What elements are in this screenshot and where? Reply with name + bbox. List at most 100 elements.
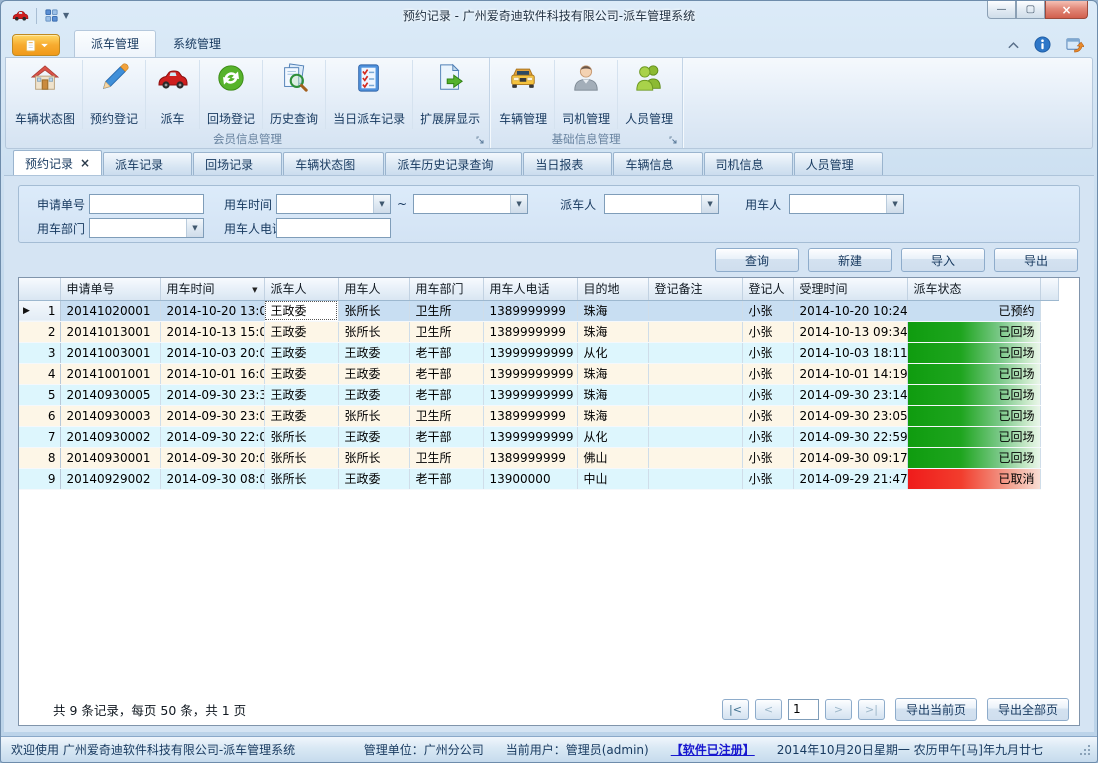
table-row[interactable]: ▶3 20141003001 2014-10-03 20:00 王政委 王政委 …: [19, 342, 1058, 363]
dept-combo[interactable]: ▼: [89, 218, 204, 238]
cell-request-no[interactable]: 20140930001: [60, 447, 160, 468]
cell-dept[interactable]: 老干部: [409, 342, 483, 363]
document-tab[interactable]: 当日报表 ×: [523, 152, 612, 175]
personnel-manage-button[interactable]: 人员管理: [618, 60, 680, 129]
grid-scroll-area[interactable]: 申请单号 用车时间▼ 派车人 用车人 用车部门 用车人电话 目的地 登记备注 登…: [19, 278, 1079, 693]
cell-user[interactable]: 王政委: [338, 342, 409, 363]
dialog-launcher-icon[interactable]: [669, 136, 678, 145]
cell-status[interactable]: 已回场: [907, 384, 1040, 405]
history-query-button[interactable]: 历史查询: [263, 60, 326, 129]
col-header-use-time[interactable]: 用车时间▼: [160, 278, 264, 300]
cell-status[interactable]: 已回场: [907, 447, 1040, 468]
cell-registrar[interactable]: 小张: [742, 405, 793, 426]
cell-destination[interactable]: 珠海: [577, 405, 648, 426]
cell-dept[interactable]: 老干部: [409, 468, 483, 489]
cell-request-no[interactable]: 20140930005: [60, 384, 160, 405]
ribbon-tab[interactable]: 系统管理: [156, 30, 238, 57]
cell-request-no[interactable]: 20141020001: [60, 300, 160, 321]
cell-use-time[interactable]: 2014-10-13 15:00: [160, 321, 264, 342]
import-button[interactable]: 导入: [901, 248, 985, 272]
cell-user[interactable]: 王政委: [338, 363, 409, 384]
cell-dept[interactable]: 卫生所: [409, 300, 483, 321]
cell-accept-time[interactable]: 2014-10-03 18:11: [793, 342, 907, 363]
cell-phone[interactable]: 13999999999: [483, 342, 577, 363]
table-row[interactable]: ▶4 20141001001 2014-10-01 16:00 王政委 王政委 …: [19, 363, 1058, 384]
cell-remark[interactable]: [648, 342, 742, 363]
cell-destination[interactable]: 佛山: [577, 447, 648, 468]
cell-dispatcher[interactable]: 张所长: [264, 426, 338, 447]
cell-destination[interactable]: 珠海: [577, 300, 648, 321]
chevron-down-icon[interactable]: ▼: [701, 195, 718, 213]
quick-access-toolbar-icon[interactable]: [44, 8, 59, 23]
col-header-dispatcher[interactable]: 派车人: [264, 278, 338, 300]
cell-registrar[interactable]: 小张: [742, 468, 793, 489]
col-header-remark[interactable]: 登记备注: [648, 278, 742, 300]
col-header-phone[interactable]: 用车人电话: [483, 278, 577, 300]
cell-user[interactable]: 王政委: [338, 426, 409, 447]
first-page-button[interactable]: |<: [722, 699, 749, 720]
collapse-ribbon-icon[interactable]: [1007, 41, 1020, 49]
cell-dept[interactable]: 老干部: [409, 363, 483, 384]
cell-request-no[interactable]: 20141003001: [60, 342, 160, 363]
cell-user[interactable]: 张所长: [338, 447, 409, 468]
quick-access-dropdown-icon[interactable]: ▼: [63, 11, 69, 20]
cell-user[interactable]: 王政委: [338, 468, 409, 489]
cell-use-time[interactable]: 2014-10-01 16:00: [160, 363, 264, 384]
cell-phone[interactable]: 13999999999: [483, 384, 577, 405]
cell-registrar[interactable]: 小张: [742, 384, 793, 405]
app-menu-button[interactable]: [12, 34, 60, 56]
cell-use-time[interactable]: 2014-10-20 13:00: [160, 300, 264, 321]
cell-remark[interactable]: [648, 384, 742, 405]
cell-phone[interactable]: 1389999999: [483, 447, 577, 468]
cell-dispatcher[interactable]: 王政委: [264, 405, 338, 426]
cell-dept[interactable]: 卫生所: [409, 405, 483, 426]
maximize-button[interactable]: ▢: [1016, 1, 1045, 19]
vehicle-manage-button[interactable]: 车辆管理: [492, 60, 555, 129]
today-dispatch-records-button[interactable]: 当日派车记录: [326, 60, 413, 129]
document-tab[interactable]: 派车历史记录查询 ×: [385, 152, 522, 175]
cell-registrar[interactable]: 小张: [742, 363, 793, 384]
cell-accept-time[interactable]: 2014-10-20 10:24: [793, 300, 907, 321]
chevron-down-icon[interactable]: ▼: [186, 219, 203, 237]
dispatcher-combo[interactable]: ▼: [604, 194, 719, 214]
cell-dispatcher[interactable]: 王政委: [264, 342, 338, 363]
cell-dispatcher[interactable]: 王政委: [264, 384, 338, 405]
cell-status[interactable]: 已回场: [907, 321, 1040, 342]
cell-remark[interactable]: [648, 321, 742, 342]
prev-page-button[interactable]: <: [755, 699, 782, 720]
chevron-down-icon[interactable]: ▼: [886, 195, 903, 213]
export-all-pages-button[interactable]: 导出全部页: [987, 698, 1069, 721]
extend-screen-button[interactable]: 扩展屏显示: [413, 60, 487, 129]
cell-accept-time[interactable]: 2014-09-29 21:47: [793, 468, 907, 489]
new-button[interactable]: 新建: [808, 248, 892, 272]
chevron-down-icon[interactable]: ▼: [510, 195, 527, 213]
cell-accept-time[interactable]: 2014-09-30 22:59: [793, 426, 907, 447]
cell-use-time[interactable]: 2014-09-30 08:00: [160, 468, 264, 489]
document-tab[interactable]: 车辆信息 ×: [613, 152, 702, 175]
cell-phone[interactable]: 13999999999: [483, 426, 577, 447]
cell-accept-time[interactable]: 2014-09-30 09:17: [793, 447, 907, 468]
chevron-down-icon[interactable]: ▼: [373, 195, 390, 213]
col-header-dept[interactable]: 用车部门: [409, 278, 483, 300]
cell-remark[interactable]: [648, 468, 742, 489]
cell-remark[interactable]: [648, 363, 742, 384]
cell-destination[interactable]: 珠海: [577, 384, 648, 405]
table-row[interactable]: ▶9 20140929002 2014-09-30 08:00 张所长 王政委 …: [19, 468, 1058, 489]
minimize-button[interactable]: —: [987, 1, 1016, 19]
cell-destination[interactable]: 中山: [577, 468, 648, 489]
cell-registrar[interactable]: 小张: [742, 426, 793, 447]
car-user-combo[interactable]: ▼: [789, 194, 904, 214]
cell-remark[interactable]: [648, 405, 742, 426]
export-current-page-button[interactable]: 导出当前页: [895, 698, 977, 721]
cell-accept-time[interactable]: 2014-10-13 09:34: [793, 321, 907, 342]
cell-status[interactable]: 已取消: [907, 468, 1040, 489]
close-button[interactable]: ×: [1045, 1, 1088, 19]
table-row[interactable]: ▶1 20141020001 2014-10-20 13:00 王政委 张所长 …: [19, 300, 1058, 321]
cell-accept-time[interactable]: 2014-09-30 23:05: [793, 405, 907, 426]
request-no-input[interactable]: [89, 194, 204, 214]
cell-status[interactable]: 已预约: [907, 300, 1040, 321]
cell-remark[interactable]: [648, 426, 742, 447]
cell-registrar[interactable]: 小张: [742, 342, 793, 363]
cell-use-time[interactable]: 2014-09-30 20:00: [160, 447, 264, 468]
col-header-accept-time[interactable]: 受理时间: [793, 278, 907, 300]
